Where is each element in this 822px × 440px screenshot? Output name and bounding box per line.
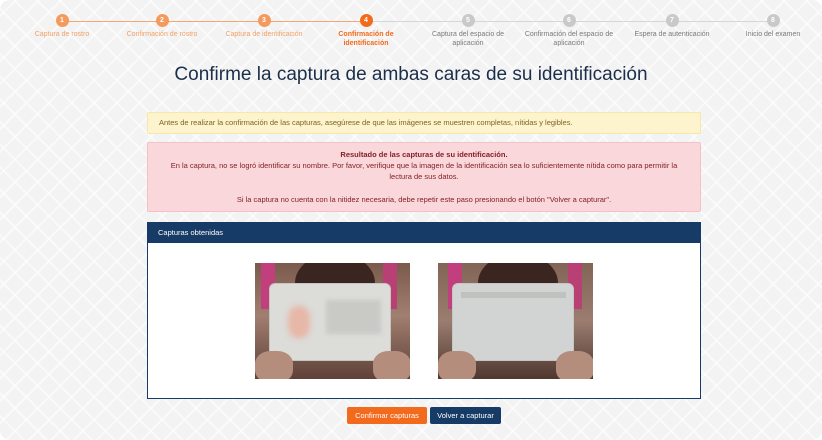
step-8: 8 Inicio del examen xyxy=(718,14,822,39)
step-label: Captura de rostro xyxy=(34,31,90,38)
result-message: En la captura, no se logró identificar s… xyxy=(170,161,678,181)
step-number: 4 xyxy=(359,14,373,27)
step-number: 3 xyxy=(257,14,271,27)
id-card-back xyxy=(452,283,574,361)
id-front-photo xyxy=(255,263,410,379)
card-stripe xyxy=(461,292,566,298)
step-5: 5 Captura del espacio de aplicación xyxy=(413,14,523,48)
id-card-front xyxy=(269,283,391,361)
hand xyxy=(373,351,410,379)
step-number: 2 xyxy=(155,14,169,27)
step-label: Espera de autenticación xyxy=(634,31,710,38)
result-heading: Resultado de las capturas de su identifi… xyxy=(340,150,508,159)
step-1: 1 Captura de rostro xyxy=(7,14,117,39)
page: 1 Captura de rostro 2 Confirmación de ro… xyxy=(0,0,822,440)
step-3: 3 Captura de identificación xyxy=(209,14,319,39)
hand xyxy=(556,351,593,379)
step-number: 1 xyxy=(55,14,69,27)
step-label: Confirmación del espacio de aplicación xyxy=(524,31,614,47)
page-title: Confirme la captura de ambas caras de su… xyxy=(174,64,648,85)
blurred-text xyxy=(326,300,381,334)
hand xyxy=(255,351,293,379)
step-label: Confirmación de identificación xyxy=(338,31,394,47)
step-6: 6 Confirmación del espacio de aplicación xyxy=(514,14,624,48)
blurred-photo xyxy=(288,306,310,338)
step-7: 7 Espera de autenticación xyxy=(617,14,727,39)
step-number: 7 xyxy=(665,14,679,27)
step-number: 5 xyxy=(461,14,475,27)
step-number: 6 xyxy=(562,14,576,27)
confirm-captures-button[interactable]: Confirmar capturas xyxy=(347,407,427,424)
step-number: 8 xyxy=(766,14,780,27)
step-label: Inicio del examen xyxy=(745,31,801,38)
captures-card: Capturas obtenidas xyxy=(147,222,701,399)
warning-alert: Antes de realizar la confirmación de las… xyxy=(147,112,701,134)
retake-button[interactable]: Volver a capturar xyxy=(430,407,501,424)
step-2: 2 Confirmación de rostro xyxy=(107,14,217,39)
step-4: 4 Confirmación de identificación xyxy=(311,14,421,48)
step-label: Confirmación de rostro xyxy=(126,31,198,38)
step-label: Captura del espacio de aplicación xyxy=(432,31,504,47)
result-alert: Resultado de las capturas de su identifi… xyxy=(147,142,701,212)
retry-hint: Si la captura no cuenta con la nitidez n… xyxy=(236,195,612,204)
captures-header: Capturas obtenidas xyxy=(148,223,700,243)
hand xyxy=(438,351,476,379)
progress-stepper: 1 Captura de rostro 2 Confirmación de ro… xyxy=(0,10,822,47)
id-back-photo xyxy=(438,263,593,379)
step-label: Captura de identificación xyxy=(225,31,303,38)
